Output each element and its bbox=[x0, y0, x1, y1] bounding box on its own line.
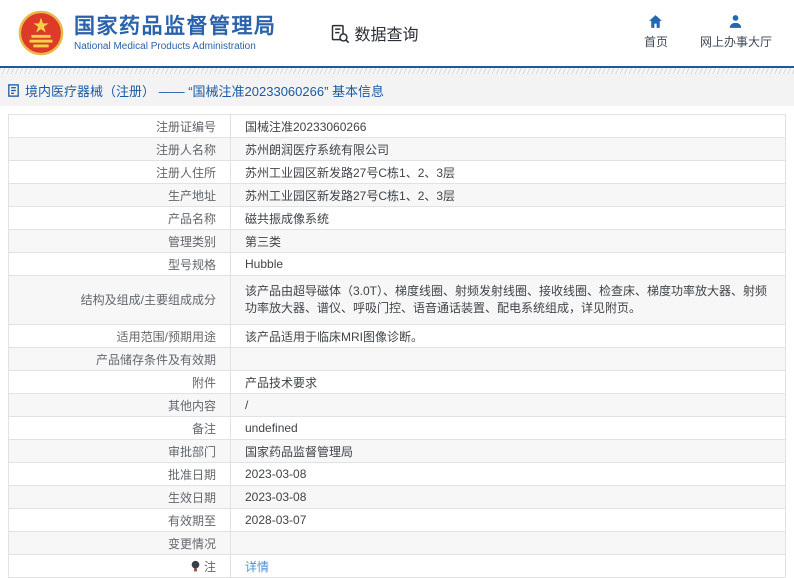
table-row: 注册人名称 苏州朗润医疗系统有限公司 bbox=[8, 137, 786, 161]
table-row: 产品储存条件及有效期 bbox=[8, 347, 786, 371]
row-value: 该产品适用于临床MRI图像诊断。 bbox=[230, 324, 786, 348]
table-row: 注册人住所 苏州工业园区新发路27号C栋1、2、3层 bbox=[8, 160, 786, 184]
row-label: 备注 bbox=[8, 416, 231, 440]
nav-item-home[interactable]: 首页 bbox=[644, 13, 668, 50]
registration-detail-table: 注册证编号 国械注准20233060266 注册人名称 苏州朗润医疗系统有限公司… bbox=[8, 114, 786, 578]
top-nav: 首页 网上办事大厅 bbox=[644, 13, 772, 50]
row-label: 注册证编号 bbox=[8, 114, 231, 138]
document-icon bbox=[8, 83, 19, 97]
row-label: 型号规格 bbox=[8, 252, 231, 276]
breadcrumb-text: 境内医疗器械（注册） —— “国械注准20233060266” 基本信息 bbox=[25, 83, 385, 99]
row-label: 产品名称 bbox=[8, 206, 231, 230]
row-label: 审批部门 bbox=[8, 439, 231, 463]
table-row: 生产地址 苏州工业园区新发路27号C栋1、2、3层 bbox=[8, 183, 786, 207]
table-row: 批准日期 2023-03-08 bbox=[8, 462, 786, 486]
row-value: 第三类 bbox=[230, 229, 786, 253]
row-value bbox=[230, 347, 786, 371]
national-emblem-icon bbox=[18, 10, 64, 56]
note-details-link[interactable]: 详情 bbox=[245, 560, 269, 574]
row-value: 苏州工业园区新发路27号C栋1、2、3层 bbox=[230, 183, 786, 207]
table-row: 型号规格 Hubble bbox=[8, 252, 786, 276]
table-row: 备注 undefined bbox=[8, 416, 786, 440]
row-value: 国家药品监督管理局 bbox=[230, 439, 786, 463]
row-label: 生产地址 bbox=[8, 183, 231, 207]
breadcrumb: 境内医疗器械（注册） —— “国械注准20233060266” 基本信息 bbox=[0, 74, 794, 106]
table-row: 有效期至 2028-03-07 bbox=[8, 508, 786, 532]
table-row: 生效日期 2023-03-08 bbox=[8, 485, 786, 509]
row-label: 产品储存条件及有效期 bbox=[8, 347, 231, 371]
row-value: 2023-03-08 bbox=[230, 462, 786, 486]
page-header: 国家药品监督管理局 National Medical Products Admi… bbox=[0, 0, 794, 66]
main-content: 注册证编号 国械注准20233060266 注册人名称 苏州朗润医疗系统有限公司… bbox=[0, 106, 794, 578]
table-row: 适用范围/预期用途 该产品适用于临床MRI图像诊断。 bbox=[8, 324, 786, 348]
row-value: 苏州工业园区新发路27号C栋1、2、3层 bbox=[230, 160, 786, 184]
nav-item-service-hall-label: 网上办事大厅 bbox=[699, 35, 772, 49]
agency-logo-link[interactable]: 国家药品监督管理局 National Medical Products Admi… bbox=[18, 10, 277, 56]
row-label: 注 bbox=[8, 554, 231, 578]
row-label: 注册人名称 bbox=[8, 137, 231, 161]
table-row: 其他内容 / bbox=[8, 393, 786, 417]
row-label: 批准日期 bbox=[8, 462, 231, 486]
table-row: 结构及组成/主要组成成分 该产品由超导磁体（3.0T）、梯度线圈、射频发射线圈、… bbox=[8, 275, 786, 325]
row-value: / bbox=[230, 393, 786, 417]
row-value: 该产品由超导磁体（3.0T）、梯度线圈、射频发射线圈、接收线圈、检查床、梯度功率… bbox=[230, 275, 786, 325]
home-icon bbox=[649, 15, 663, 28]
table-row: 审批部门 国家药品监督管理局 bbox=[8, 439, 786, 463]
row-label: 管理类别 bbox=[8, 229, 231, 253]
row-value: undefined bbox=[230, 416, 786, 440]
row-value bbox=[230, 531, 786, 555]
agency-name-cn: 国家药品监督管理局 bbox=[74, 14, 277, 38]
row-label: 其他内容 bbox=[8, 393, 231, 417]
row-value: 2023-03-08 bbox=[230, 485, 786, 509]
note-label: 注 bbox=[203, 559, 216, 574]
note-bulb-icon bbox=[191, 560, 200, 571]
user-icon bbox=[730, 15, 742, 28]
row-value: 产品技术要求 bbox=[230, 370, 786, 394]
data-query-tab[interactable]: 数据查询 bbox=[329, 21, 419, 45]
row-value: 2028-03-07 bbox=[230, 508, 786, 532]
row-value: 苏州朗润医疗系统有限公司 bbox=[230, 137, 786, 161]
row-value: 磁共振成像系统 bbox=[230, 206, 786, 230]
row-value: 国械注准20233060266 bbox=[230, 114, 786, 138]
table-row: 变更情况 bbox=[8, 531, 786, 555]
agency-name-en: National Medical Products Administration bbox=[74, 40, 256, 52]
row-value: 详情 bbox=[230, 554, 786, 578]
row-label: 注册人住所 bbox=[8, 160, 231, 184]
row-label: 变更情况 bbox=[8, 531, 231, 555]
table-row: 注 详情 bbox=[8, 554, 786, 578]
row-label: 适用范围/预期用途 bbox=[8, 324, 231, 348]
nav-item-home-label: 首页 bbox=[643, 35, 668, 49]
table-row: 管理类别 第三类 bbox=[8, 229, 786, 253]
row-value: Hubble bbox=[230, 252, 786, 276]
table-row: 注册证编号 国械注准20233060266 bbox=[8, 114, 786, 138]
row-label: 有效期至 bbox=[8, 508, 231, 532]
row-label: 生效日期 bbox=[8, 485, 231, 509]
nav-item-service-hall[interactable]: 网上办事大厅 bbox=[700, 13, 772, 50]
row-label: 附件 bbox=[8, 370, 231, 394]
data-query-label: 数据查询 bbox=[354, 27, 419, 44]
table-row: 附件 产品技术要求 bbox=[8, 370, 786, 394]
data-query-icon bbox=[331, 24, 349, 43]
row-label: 结构及组成/主要组成成分 bbox=[8, 275, 231, 325]
table-row: 产品名称 磁共振成像系统 bbox=[8, 206, 786, 230]
